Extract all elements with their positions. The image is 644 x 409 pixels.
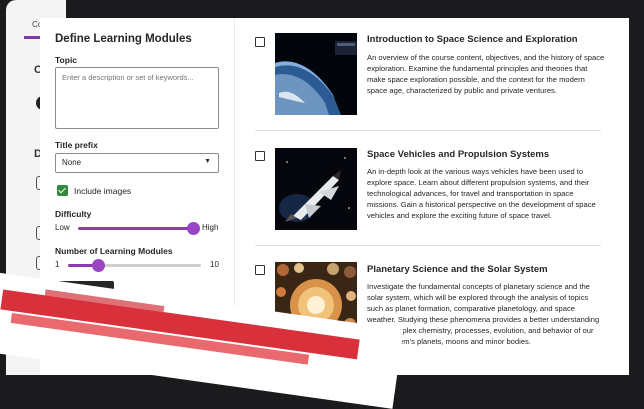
include-images-checkbox[interactable] — [57, 185, 68, 196]
difficulty-low-label: Low — [55, 223, 70, 232]
divider — [255, 245, 601, 246]
modules-min-label: 1 — [55, 260, 60, 269]
difficulty-high-label: High — [202, 223, 219, 232]
module-description: Investigate the fundamental concepts of … — [367, 282, 600, 347]
module-select-checkbox[interactable] — [255, 151, 265, 161]
difficulty-slider-fill — [78, 227, 193, 230]
module-description: An overview of the course content, objec… — [367, 53, 605, 96]
title-prefix-label: Title prefix — [55, 140, 98, 150]
title-prefix-select[interactable]: None ▼ — [55, 153, 219, 173]
difficulty-slider[interactable] — [78, 222, 200, 235]
module-description: An in-depth look at the various ways veh… — [367, 167, 596, 221]
difficulty-label: Difficulty — [55, 209, 92, 219]
modules-count-label: Number of Learning Modules — [55, 246, 173, 256]
topic-label: Topic — [55, 55, 78, 65]
chevron-down-icon: ▼ — [204, 158, 211, 165]
module-select-checkbox[interactable] — [255, 265, 265, 275]
difficulty-slider-thumb[interactable] — [187, 222, 200, 235]
divider — [255, 130, 601, 131]
module-title: Planetary Science and the Solar System — [367, 264, 548, 275]
space-shuttle-image — [275, 148, 357, 230]
module-title: Introduction to Space Science and Explor… — [367, 34, 578, 45]
title-prefix-value: None — [62, 158, 82, 167]
module-title: Space Vehicles and Propulsion Systems — [367, 149, 550, 160]
topic-input[interactable] — [55, 67, 219, 129]
modules-max-label: 10 — [210, 260, 219, 269]
include-images-label: Include images — [74, 186, 132, 196]
panel-title: Define Learning Modules — [55, 33, 192, 45]
module-select-checkbox[interactable] — [255, 37, 265, 47]
earth-orbit-image — [275, 33, 357, 115]
modules-count-slider[interactable] — [68, 259, 201, 272]
modules-slider-thumb[interactable] — [91, 259, 105, 272]
